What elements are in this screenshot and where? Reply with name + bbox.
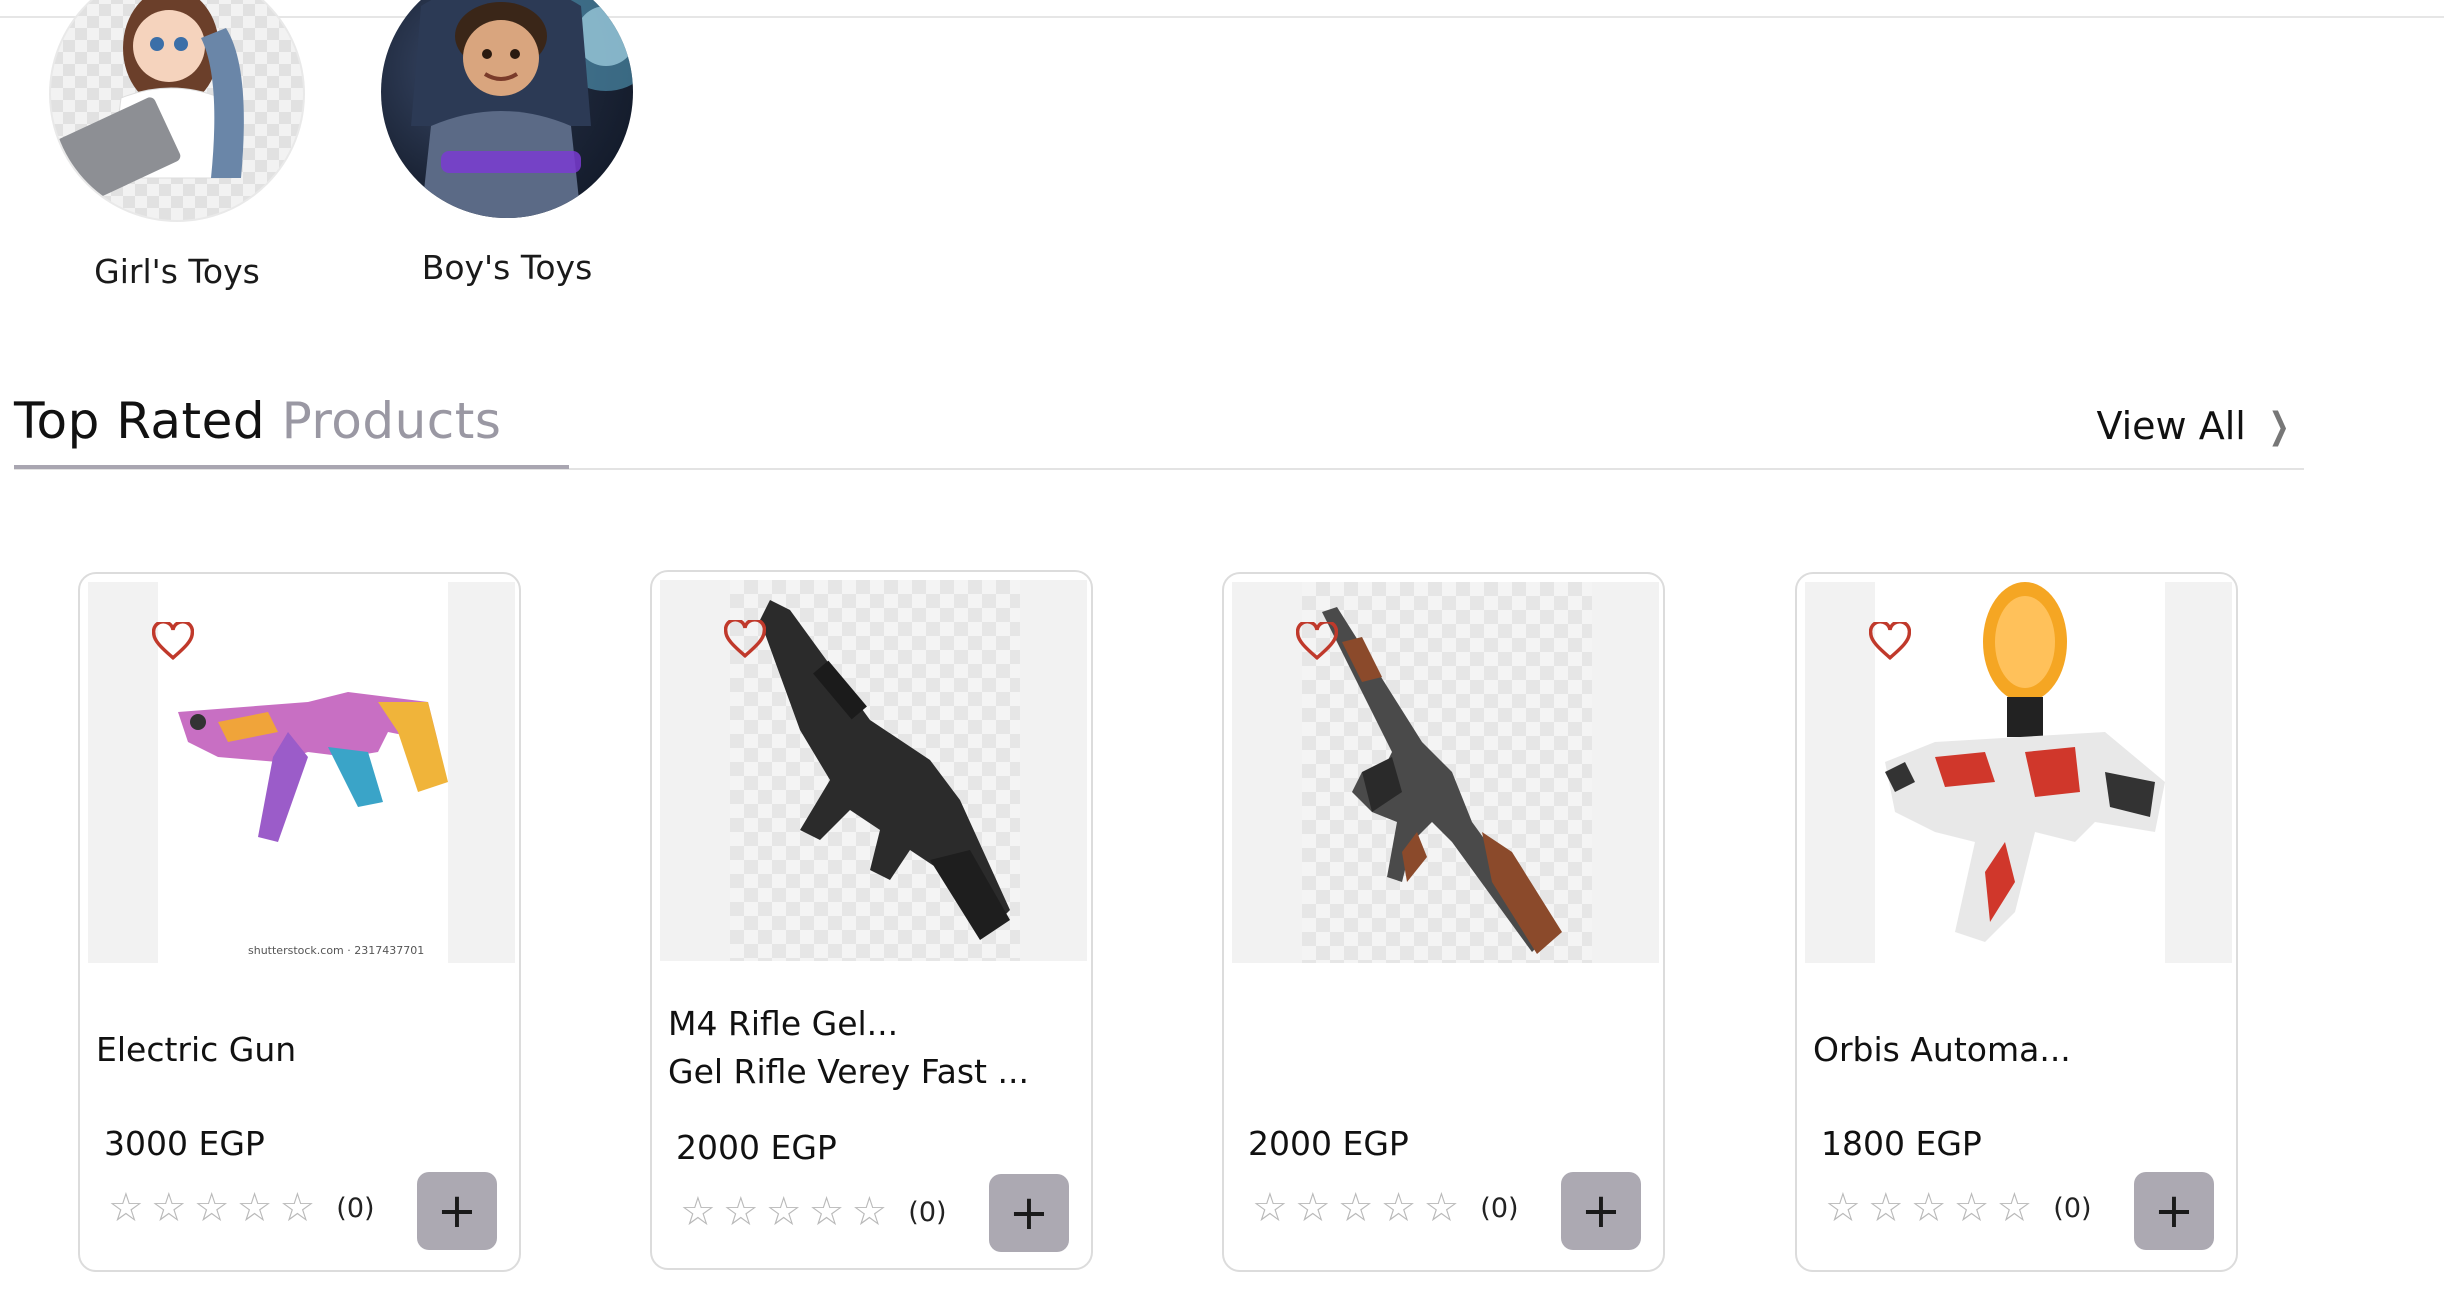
view-all-label[interactable]: View All [2096, 404, 2245, 448]
product-rating: ☆ ☆ ☆ ☆ ☆ (0) [680, 1192, 947, 1232]
product-image-canvas: shutterstock.com · 2317437701 [158, 582, 448, 963]
heart-outline-icon[interactable] [1869, 622, 1911, 662]
product-image-canvas [1302, 582, 1592, 963]
product-card[interactable]: shutterstock.com · 2317437701 Electric G… [78, 572, 521, 1272]
section-title-underline [14, 465, 569, 469]
add-to-cart-button[interactable]: + [989, 1174, 1069, 1252]
product-image-canvas [1875, 582, 2165, 963]
star-outline-icon: ☆ [680, 1189, 716, 1235]
plus-icon[interactable]: + [1581, 1183, 1621, 1239]
star-outline-icon: ☆ [193, 1185, 230, 1231]
star-outline-icon: ☆ [236, 1185, 273, 1231]
product-price: 2000 EGP [1248, 1124, 1409, 1163]
star-outline-icon: ☆ [1953, 1185, 1990, 1231]
product-image-canvas [730, 580, 1020, 961]
product-rating: ☆ ☆ ☆ ☆ ☆ (0) [1252, 1188, 1519, 1228]
product-image-watermark: shutterstock.com · 2317437701 [248, 944, 424, 957]
boys-toys-image[interactable] [381, 0, 633, 218]
product-image[interactable] [660, 580, 1087, 961]
category-boys-toys[interactable]: Boy's Toys [342, 0, 672, 287]
heart-outline-icon[interactable] [152, 622, 194, 662]
star-outline-icon: ☆ [279, 1185, 316, 1231]
product-rating: ☆ ☆ ☆ ☆ ☆ (0) [108, 1188, 375, 1228]
view-all-link[interactable]: View All ❯ [2096, 404, 2294, 448]
add-to-cart-button[interactable]: + [1561, 1172, 1641, 1250]
star-outline-icon: ☆ [1867, 1185, 1904, 1231]
star-outline-icon: ☆ [1380, 1185, 1417, 1231]
product-price: 3000 EGP [104, 1124, 265, 1163]
heart-outline-icon[interactable] [724, 620, 766, 660]
star-outline-icon: ☆ [808, 1189, 845, 1235]
product-name-line[interactable]: M4 Rifle Gel... [668, 1000, 1088, 1048]
chevron-right-icon[interactable]: ❯ [2268, 406, 2289, 447]
product-name[interactable]: M4 Rifle Gel... Gel Rifle Verey Fast ... [668, 1000, 1088, 1096]
rating-count: (0) [1480, 1192, 1519, 1224]
star-outline-icon: ☆ [1337, 1185, 1374, 1231]
star-outline-icon: ☆ [1294, 1185, 1331, 1231]
plus-icon[interactable]: + [437, 1183, 477, 1239]
add-to-cart-button[interactable]: + [2134, 1172, 2214, 1250]
category-girls-toys[interactable]: Girl's Toys [12, 0, 342, 291]
section-title-main: Top Rated [14, 392, 266, 450]
star-outline-icon: ☆ [1825, 1185, 1861, 1231]
category-label[interactable]: Boy's Toys [342, 248, 672, 287]
star-outline-icon: ☆ [1996, 1185, 2033, 1231]
product-image[interactable] [1232, 582, 1659, 963]
product-name-line[interactable]: Electric Gun [96, 1026, 516, 1074]
product-name[interactable]: Orbis Automa... [1813, 1026, 2233, 1074]
heart-outline-icon[interactable] [1296, 622, 1338, 662]
section-title-accent: Products [281, 392, 502, 450]
product-name[interactable]: Electric Gun [96, 1026, 516, 1074]
product-name-line[interactable]: Orbis Automa... [1813, 1026, 2233, 1074]
product-card[interactable]: Orbis Automa... 1800 EGP ☆ ☆ ☆ ☆ ☆ (0) + [1795, 572, 2238, 1272]
girls-toys-image[interactable] [49, 0, 305, 222]
product-subtitle-line[interactable]: Gel Rifle Verey Fast ... [668, 1048, 1088, 1096]
star-outline-icon: ☆ [1910, 1185, 1947, 1231]
star-outline-icon: ☆ [150, 1185, 187, 1231]
page: Girl's Toys Boy's Toys Top Rated Product… [0, 0, 2444, 1308]
product-card[interactable]: M4 Rifle Gel... Gel Rifle Verey Fast ...… [650, 570, 1093, 1270]
rating-count: (0) [2053, 1192, 2092, 1224]
star-outline-icon: ☆ [765, 1189, 802, 1235]
product-image[interactable]: shutterstock.com · 2317437701 [88, 582, 515, 963]
rating-count: (0) [336, 1192, 375, 1224]
section-title: Top Rated Products [14, 392, 501, 450]
star-outline-icon: ☆ [1252, 1185, 1288, 1231]
product-card[interactable]: 2000 EGP ☆ ☆ ☆ ☆ ☆ (0) + [1222, 572, 1665, 1272]
product-price: 1800 EGP [1821, 1124, 1982, 1163]
product-image[interactable] [1805, 582, 2232, 963]
product-price: 2000 EGP [676, 1128, 837, 1167]
star-outline-icon: ☆ [722, 1189, 759, 1235]
star-outline-icon: ☆ [1423, 1185, 1460, 1231]
add-to-cart-button[interactable]: + [417, 1172, 497, 1250]
plus-icon[interactable]: + [2154, 1183, 2194, 1239]
rating-count: (0) [908, 1196, 947, 1228]
product-rating: ☆ ☆ ☆ ☆ ☆ (0) [1825, 1188, 2092, 1228]
plus-icon[interactable]: + [1009, 1185, 1049, 1241]
star-outline-icon: ☆ [851, 1189, 888, 1235]
category-label[interactable]: Girl's Toys [12, 252, 342, 291]
star-outline-icon: ☆ [108, 1185, 144, 1231]
